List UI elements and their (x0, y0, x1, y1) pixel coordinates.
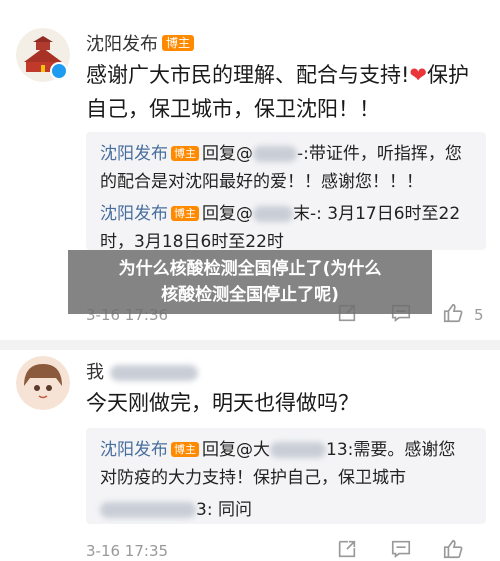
blogger-badge: 博主 (162, 35, 195, 51)
cartoon-avatar-icon (16, 356, 70, 410)
redacted-name (100, 502, 196, 518)
redacted-name (253, 146, 297, 162)
like-icon[interactable] (442, 302, 470, 330)
reply-box[interactable]: 沈阳发布 博主 回复@大 13:需要。感谢您对防疫的大力支持！保护自己，保卫城市 3:… (86, 428, 486, 524)
comment-meta: 3-16 17:35 (86, 538, 486, 561)
redacted-name (270, 442, 326, 458)
divider (0, 340, 500, 350)
comment-icon[interactable] (390, 538, 418, 561)
username[interactable]: 沈阳发布 博主 (86, 30, 195, 56)
redacted-name (253, 206, 293, 222)
heart-icon: ❤ (409, 63, 428, 87)
caption-overlay: 为什么核酸检测全国停止了(为什么 核酸检测全国停止了呢) (68, 250, 432, 314)
share-icon[interactable] (336, 538, 364, 561)
reply-item[interactable]: 沈阳发布 博主 回复@ -:带证件，听指挥，您的配合是对沈阳最好的爱！！感谢您！！！ (100, 140, 472, 196)
user-avatar[interactable] (16, 356, 70, 410)
caption-line-2: 核酸检测全国停止了呢) (161, 285, 339, 305)
timestamp: 3-16 17:35 (86, 542, 169, 560)
reply-box[interactable]: 沈阳发布 博主 回复@ -:带证件，听指挥，您的配合是对沈阳最好的爱！！感谢您！！！ … (86, 132, 486, 252)
verified-icon (50, 62, 68, 80)
reply-item[interactable]: 沈阳发布 博主 回复@大 13:需要。感谢您对防疫的大力支持！保护自己，保卫城市 (100, 436, 472, 492)
like-count: 5 (474, 306, 484, 324)
like-icon[interactable] (442, 538, 470, 561)
redacted-name (110, 365, 198, 381)
reply-item[interactable]: 3: 同问 (100, 496, 472, 524)
comment-text: 今天刚做完，明天也得做吗？ (86, 391, 359, 415)
comment-text: 感谢广大市民的理解、配合与支持!❤保护自己，保卫城市，保卫沈阳！！ (86, 63, 470, 121)
caption-line-1: 为什么核酸检测全国停止了(为什么 (118, 259, 382, 279)
username[interactable]: 我 (86, 358, 198, 384)
reply-item[interactable]: 沈阳发布 博主 回复@ 末-: 3月17日6时至22时，3月18日6时至22时 (100, 200, 472, 256)
